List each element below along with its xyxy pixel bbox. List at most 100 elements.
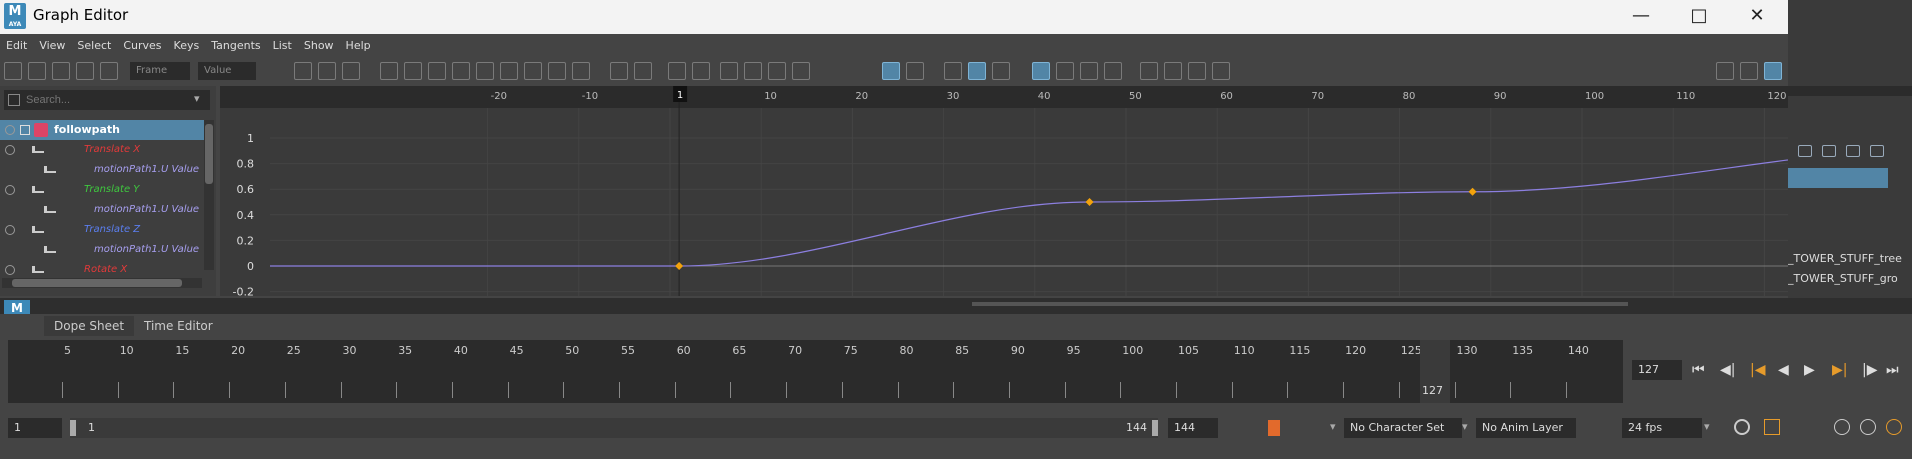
collapse-icon[interactable]	[5, 225, 15, 235]
horizontal-scrollbar[interactable]	[2, 278, 202, 288]
free-tangent-icon[interactable]	[720, 62, 738, 80]
denormalize-icon[interactable]	[1056, 62, 1074, 80]
start-time-field[interactable]: 1	[8, 418, 62, 438]
plateau-tangent-icon[interactable]	[476, 62, 494, 80]
loop-icon[interactable]	[1734, 419, 1750, 435]
step-forward-icon[interactable]: |▶	[1862, 362, 1877, 378]
outliner-item-translate-y[interactable]: Translate Y	[0, 180, 204, 200]
key-icon[interactable]	[1798, 145, 1812, 157]
value-field[interactable]: Value	[198, 62, 256, 80]
outliner-item-motionpath[interactable]: motionPath1.U Value	[0, 160, 204, 180]
search-input[interactable]	[26, 90, 186, 110]
time-snap-icon[interactable]	[906, 62, 924, 80]
next-key-icon[interactable]: ▶|	[1832, 362, 1847, 378]
menu-keys[interactable]: Keys	[168, 36, 206, 56]
close-button[interactable]: ✕	[1728, 2, 1786, 32]
range-handle-left[interactable]	[70, 420, 76, 436]
oscillate-icon[interactable]	[1212, 62, 1230, 80]
tab-time-editor[interactable]: Time Editor	[134, 316, 223, 336]
outliner-item-translate-x[interactable]: Translate X	[0, 140, 204, 160]
audio-icon[interactable]	[1834, 419, 1850, 435]
menu-edit[interactable]: Edit	[0, 36, 33, 56]
frame-playback-icon[interactable]	[342, 62, 360, 80]
outliner-item-rotate-x[interactable]: Rotate X	[0, 260, 204, 280]
region-icon[interactable]	[76, 62, 94, 80]
range-handle-right[interactable]	[1152, 420, 1158, 436]
preferences-icon[interactable]	[1886, 419, 1902, 435]
plateau-icon[interactable]	[572, 62, 590, 80]
normalize-icon[interactable]	[1032, 62, 1050, 80]
lock-tangent-icon[interactable]	[744, 62, 762, 80]
end-time-field[interactable]: 144	[1168, 418, 1218, 438]
graph-view[interactable]: -20-10102030405060708090100110120130140 …	[220, 86, 1788, 296]
character-set-select[interactable]: No Character Set	[1344, 418, 1462, 438]
menu-tangents[interactable]: Tangents	[205, 36, 266, 56]
break-tangent-icon[interactable]	[668, 62, 686, 80]
outliner-item[interactable]: _TOWER_STUFF_gro	[1788, 272, 1898, 285]
vertical-scrollbar[interactable]	[204, 120, 214, 270]
outliner-item-motionpath[interactable]: motionPath1.U Value	[0, 240, 204, 260]
frame-selection-icon[interactable]	[318, 62, 336, 80]
curve-display-icon[interactable]	[968, 62, 986, 80]
collapse-icon[interactable]	[5, 145, 15, 155]
unify-tangent-icon[interactable]	[692, 62, 710, 80]
key-icon[interactable]	[1870, 145, 1884, 157]
play-forward-icon[interactable]: ▶	[1804, 362, 1815, 378]
go-to-start-icon[interactable]: ⏮	[1692, 362, 1705, 378]
tangent-weight-icon[interactable]	[792, 62, 810, 80]
buffer-curve-icon[interactable]	[610, 62, 628, 80]
menu-view[interactable]: View	[33, 36, 71, 56]
flat-tangent-icon[interactable]	[500, 62, 518, 80]
key-icon[interactable]	[1822, 145, 1836, 157]
chevron-down-icon[interactable]: ▾	[194, 92, 200, 105]
go-to-end-icon[interactable]: ⏭	[1886, 362, 1899, 378]
maximize-button[interactable]: □	[1670, 2, 1728, 32]
step-tangent-icon[interactable]	[524, 62, 542, 80]
infinity-icon[interactable]	[992, 62, 1010, 80]
step-next-tangent-icon[interactable]	[548, 62, 566, 80]
minimize-button[interactable]: —	[1612, 2, 1670, 32]
range-slider[interactable]: 1 144	[70, 418, 1158, 438]
collapse-icon[interactable]	[5, 125, 15, 135]
dope-sheet-icon[interactable]	[1716, 62, 1734, 80]
menu-show[interactable]: Show	[298, 36, 340, 56]
frame-all-icon[interactable]	[294, 62, 312, 80]
expand-icon[interactable]	[20, 125, 30, 135]
filter-icon[interactable]	[8, 94, 20, 106]
spline-tangent-icon[interactable]	[380, 62, 398, 80]
tab-dope-sheet[interactable]: Dope Sheet	[44, 316, 135, 336]
play-backward-icon[interactable]: ◀	[1778, 362, 1789, 378]
move-key-icon[interactable]	[4, 62, 22, 80]
step-back-key-icon[interactable]: ◀|	[1720, 362, 1735, 378]
pre-infinity-icon[interactable]	[1104, 62, 1122, 80]
insert-key-icon[interactable]	[28, 62, 46, 80]
post-infinity-icon[interactable]	[1140, 62, 1158, 80]
retime-icon[interactable]	[100, 62, 118, 80]
stacked-icon[interactable]	[1080, 62, 1098, 80]
collapse-icon[interactable]	[5, 185, 15, 195]
chevron-down-icon[interactable]: ▾	[1330, 420, 1336, 433]
outliner-item-followpath[interactable]: followpath	[0, 120, 204, 140]
settings-icon[interactable]	[1764, 62, 1782, 80]
weighted-tangent-icon[interactable]	[768, 62, 786, 80]
auto-frame-icon[interactable]	[882, 62, 900, 80]
clamped-tangent-icon[interactable]	[404, 62, 422, 80]
auto-key-icon[interactable]	[1764, 419, 1780, 435]
chevron-down-icon[interactable]: ▾	[1704, 420, 1710, 433]
fps-select[interactable]: 24 fps	[1622, 418, 1702, 438]
linear-tangent-icon[interactable]	[428, 62, 446, 80]
lattice-icon[interactable]	[52, 62, 70, 80]
prev-key-icon[interactable]: |◀	[1750, 362, 1765, 378]
move-icon[interactable]	[944, 62, 962, 80]
key-mode-icon[interactable]	[1268, 420, 1280, 436]
menu-list[interactable]: List	[267, 36, 298, 56]
collapse-icon[interactable]	[5, 265, 15, 275]
key-icon[interactable]	[1846, 145, 1860, 157]
trax-icon[interactable]	[1740, 62, 1758, 80]
scroll-track[interactable]	[972, 302, 1628, 306]
anim-layer-select[interactable]: No Anim Layer	[1476, 418, 1576, 438]
frame-field[interactable]: Frame	[130, 62, 190, 80]
outliner-item-motionpath[interactable]: motionPath1.U Value	[0, 200, 204, 220]
playback-speed-icon[interactable]	[1860, 419, 1876, 435]
menu-help[interactable]: Help	[340, 36, 377, 56]
